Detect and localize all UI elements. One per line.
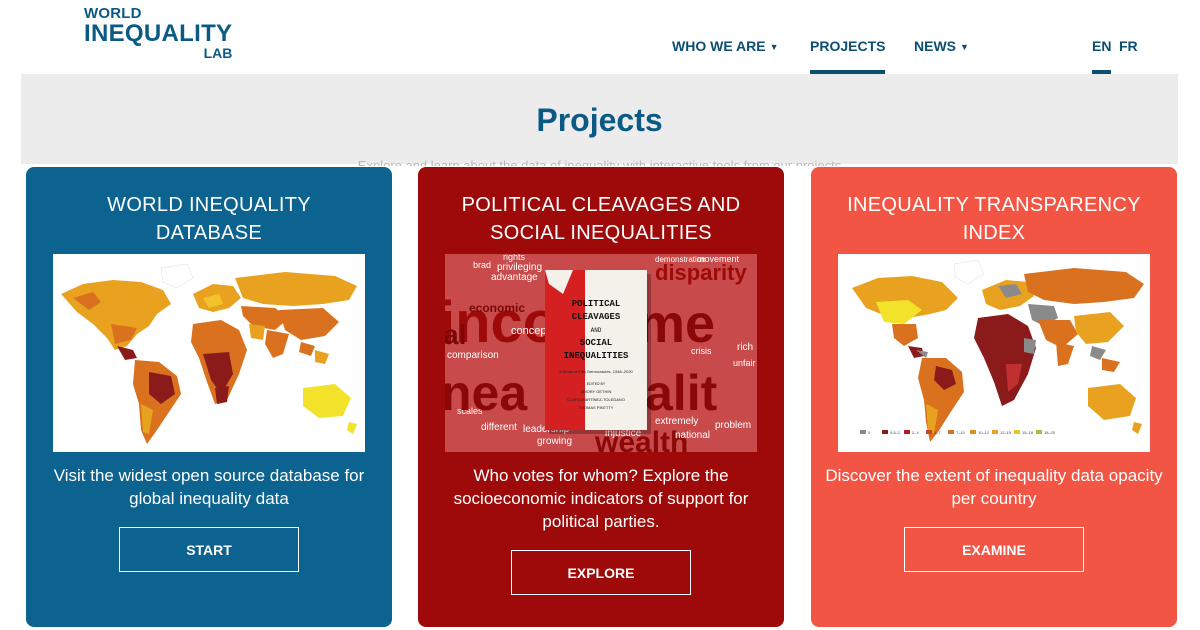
book-title-line1: POLITICAL: [572, 299, 621, 309]
card-description: Who votes for whom? Explore the socioeco…: [453, 466, 749, 531]
book-editor-3: THOMAS PIKETTY: [579, 405, 614, 410]
project-card-political-cleavages[interactable]: POLITICAL CLEAVAGES AND SOCIAL INEQUALIT…: [418, 167, 784, 627]
legend-swatch: [992, 430, 998, 434]
nav-projects-label: PROJECTS: [810, 38, 886, 54]
book-cover: POLITICAL CLEAVAGES AND SOCIAL INEQUALIT…: [545, 270, 651, 434]
word-economic: economic: [469, 301, 525, 315]
legend-label: 15–18: [1022, 430, 1034, 435]
word-al: al: [445, 319, 466, 350]
nav-projects[interactable]: PROJECTS: [810, 38, 886, 74]
legend-label: 18–20: [1044, 430, 1056, 435]
word-national: national: [675, 430, 710, 441]
book-title-line2: CLEAVAGES: [572, 312, 621, 322]
word-alit: alit: [645, 365, 718, 421]
word-privileging: privileging: [497, 262, 542, 273]
legend-label: 2–4: [912, 430, 919, 435]
word-brad: brad: [473, 260, 491, 270]
word-unfair: unfair: [733, 358, 756, 368]
logo[interactable]: WORLD INEQUALITY LAB: [84, 6, 232, 60]
page-banner: Projects Explore and learn about the dat…: [21, 74, 1178, 166]
legend-label: 7–10: [956, 430, 966, 435]
card-description: Discover the extent of inequality data o…: [825, 466, 1163, 508]
card-title: WORLD INEQUALITY DATABASE: [107, 194, 311, 244]
card-title: POLITICAL CLEAVAGES AND SOCIAL INEQUALIT…: [461, 194, 741, 244]
word-cloud-image: income wealth disparity economic concept…: [445, 254, 757, 452]
page-subtext: Explore and learn about the data of ineq…: [357, 158, 842, 166]
transparency-map-image: 0 0.5–2 2–4 4–7 7–10 10–12 12–15 15–18 18–20: [838, 254, 1150, 452]
nav-news[interactable]: NEWS ▼: [914, 38, 969, 74]
word-growing: growing: [537, 436, 572, 447]
card-description: Visit the widest open source database fo…: [53, 466, 365, 508]
legend-swatch: [860, 430, 866, 434]
word-different: different: [481, 422, 517, 433]
book-editor-2: CLARA MARTÍNEZ-TOLEDANO: [567, 397, 625, 402]
page-title: Projects: [536, 102, 663, 138]
legend-swatch: [1036, 430, 1042, 434]
lang-fr[interactable]: FR: [1119, 38, 1138, 74]
caret-down-icon: ▼: [769, 42, 779, 52]
logo-line-2: INEQUALITY: [84, 20, 233, 47]
legend-swatch: [948, 430, 954, 434]
start-button[interactable]: START: [119, 527, 299, 572]
book-title-and: AND: [591, 327, 602, 334]
project-card-transparency-index[interactable]: INEQUALITY TRANSPARENCY INDEX 0 0.5–2 2–…: [811, 167, 1177, 627]
book-subtitle: A Study of Fifty Democracies, 1948–2020: [559, 369, 633, 374]
nav-news-label: NEWS: [914, 38, 956, 54]
word-advantage: advantage: [491, 272, 538, 283]
book-editor-1: AMORY GETHIN: [581, 389, 612, 394]
legend-label: 0.5–2: [890, 430, 901, 435]
word-comparison: comparison: [447, 350, 499, 361]
lang-en[interactable]: EN: [1092, 38, 1112, 74]
nav-who-we-are[interactable]: WHO WE ARE ▼: [672, 38, 779, 74]
legend-swatch: [970, 430, 976, 434]
legend-label: 12–15: [1000, 430, 1012, 435]
caret-down-icon: ▼: [960, 42, 969, 52]
legend-label: 10–12: [978, 430, 990, 435]
word-nea: nea: [445, 365, 528, 421]
book-title-line3: SOCIAL: [580, 338, 612, 348]
word-movement: movement: [697, 254, 740, 264]
legend-swatch: [926, 430, 932, 434]
legend-swatch: [1014, 430, 1020, 434]
legend-label: 4–7: [934, 430, 941, 435]
word-problem: problem: [715, 420, 751, 431]
world-map-image: [53, 254, 365, 452]
word-concept: concept: [511, 325, 550, 337]
logo-line-3: LAB: [203, 45, 233, 61]
word-rights: rights: [503, 254, 526, 262]
logo-line-1: WORLD: [84, 5, 142, 22]
book-edited-by: EDITED BY: [587, 382, 606, 386]
explore-button[interactable]: EXPLORE: [511, 550, 691, 595]
book-title-line4: INEQUALITIES: [564, 351, 629, 361]
word-rich: rich: [737, 342, 753, 353]
card-title: INEQUALITY TRANSPARENCY INDEX: [847, 194, 1141, 244]
map-legend: 0 0.5–2 2–4 4–7 7–10 10–12 12–15 15–18 18–20: [860, 430, 1056, 435]
legend-swatch: [882, 430, 888, 434]
project-card-wid[interactable]: WORLD INEQUALITY DATABASE Visit the wide…: [26, 167, 392, 627]
nav-who-we-are-label: WHO WE ARE: [672, 38, 766, 54]
legend-swatch: [904, 430, 910, 434]
examine-button[interactable]: EXAMINE: [904, 527, 1084, 572]
